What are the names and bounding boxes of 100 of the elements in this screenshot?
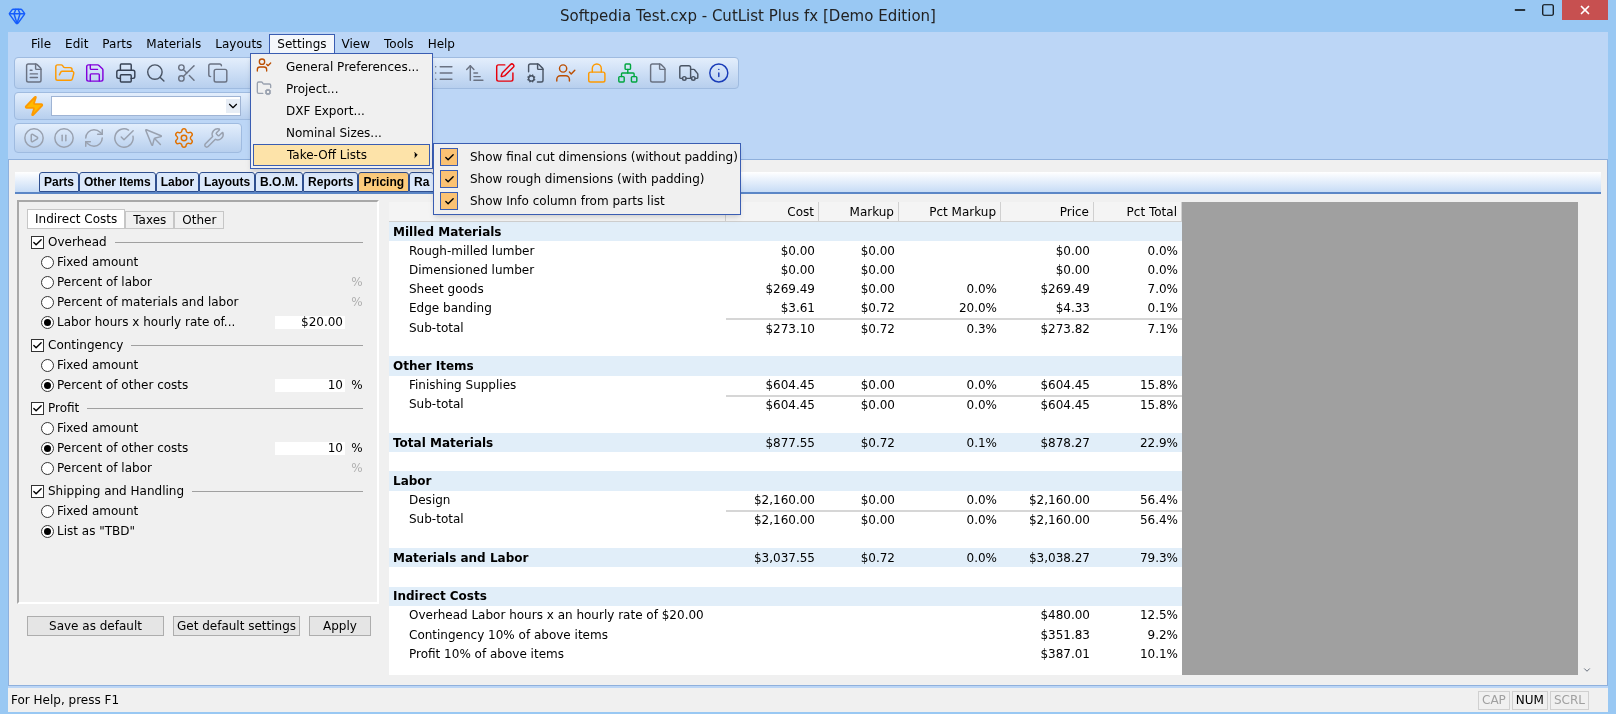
- column-header[interactable]: Markup: [849, 202, 894, 221]
- value-field[interactable]: 10: [275, 441, 345, 455]
- checkbox[interactable]: [31, 484, 44, 498]
- radio-button[interactable]: [41, 441, 54, 455]
- tab[interactable]: Reports: [303, 172, 359, 192]
- tab[interactable]: Indirect Costs: [27, 209, 126, 229]
- tab[interactable]: Taxes: [125, 211, 175, 229]
- menu-item[interactable]: General Preferences...: [253, 56, 430, 78]
- save-icon[interactable]: [84, 62, 106, 84]
- table-cell-text: $0.00: [860, 261, 895, 279]
- menu-item[interactable]: Show rough dimensions (with padding): [470, 170, 705, 188]
- truck-icon[interactable]: [677, 62, 700, 84]
- checkbox[interactable]: [31, 338, 44, 352]
- radio-button[interactable]: [41, 504, 54, 518]
- table-cell-text: $0.72: [860, 434, 895, 452]
- tab[interactable]: Other: [174, 211, 225, 229]
- value-field[interactable]: $20.00: [275, 315, 345, 329]
- menu-item[interactable]: Tools: [377, 34, 421, 54]
- menu-item[interactable]: Nominal Sizes...: [253, 122, 430, 144]
- column-header[interactable]: Price: [1059, 202, 1089, 221]
- check-icon: [443, 195, 455, 207]
- tab[interactable]: Labor: [155, 172, 200, 192]
- radio-button[interactable]: [41, 295, 54, 309]
- option-label: Fixed amount: [57, 503, 139, 520]
- gears-icon[interactable]: [173, 127, 195, 149]
- table-cell-text: $2,160.00: [1028, 492, 1090, 510]
- tab[interactable]: B.O.M.: [255, 172, 304, 192]
- cut-icon[interactable]: [176, 62, 198, 84]
- menu-item[interactable]: View: [334, 34, 378, 54]
- new-document-icon[interactable]: [23, 62, 45, 84]
- sort-icon[interactable]: [463, 62, 486, 84]
- tab[interactable]: Pricing: [358, 172, 410, 192]
- action-button[interactable]: Get default settings: [173, 616, 300, 636]
- table-cell-text: $877.55: [765, 434, 815, 452]
- table-cell-text: 0.0%: [966, 492, 997, 510]
- menu-item[interactable]: Layouts: [208, 34, 270, 54]
- table-cell-text: $0.00: [860, 377, 895, 395]
- table-cell-text: 9.2%: [1147, 626, 1178, 644]
- tab[interactable]: Other Items: [79, 172, 156, 192]
- tab[interactable]: Ra: [409, 172, 435, 192]
- radio-button[interactable]: [41, 461, 54, 475]
- user-check-icon[interactable]: [555, 62, 577, 84]
- action-button[interactable]: Save as default: [27, 616, 164, 636]
- radio-button[interactable]: [41, 378, 54, 392]
- menu-checkbox[interactable]: [440, 148, 458, 166]
- table-cell-text: $0.00: [780, 242, 815, 260]
- action-button[interactable]: Apply: [309, 616, 371, 636]
- section-heading: Milled Materials: [392, 223, 503, 241]
- section-heading: Labor: [392, 473, 433, 491]
- unit-label: %: [351, 377, 363, 394]
- user-check-icon: [256, 57, 272, 73]
- checkbox[interactable]: [31, 235, 44, 249]
- menu-item[interactable]: DXF Export...: [253, 100, 430, 122]
- section-heading: Total Materials: [392, 434, 495, 452]
- value-field[interactable]: 10: [275, 378, 345, 392]
- menu-checkbox[interactable]: [440, 192, 458, 210]
- document-icon[interactable]: [647, 62, 669, 84]
- radio-button[interactable]: [41, 315, 54, 329]
- table-cell-text: 56.4%: [1139, 512, 1178, 530]
- column-header[interactable]: Cost: [787, 202, 814, 221]
- table-cell-text: $0.72: [860, 300, 895, 318]
- table-cell-text: $269.49: [765, 281, 815, 299]
- option-label: Percent of materials and labor: [57, 294, 239, 311]
- row-label: Overhead Labor hours x an hourly rate of $20.00: [408, 607, 705, 625]
- menu-item[interactable]: Settings: [269, 34, 335, 54]
- radio-button[interactable]: [41, 421, 54, 435]
- menu-item[interactable]: File: [24, 34, 59, 54]
- hierarchy-icon[interactable]: [616, 62, 639, 84]
- table-cell-text: $387.01: [1040, 645, 1090, 663]
- menu-item[interactable]: Show final cut dimensions (without padding): [470, 148, 738, 166]
- column-header[interactable]: Pct Markup: [929, 202, 996, 221]
- print-icon[interactable]: [114, 62, 137, 84]
- table-cell-text: 0.0%: [1147, 261, 1178, 279]
- menu-item[interactable]: Take-Off Lists: [253, 144, 430, 166]
- tab[interactable]: Parts: [39, 172, 80, 192]
- radio-button[interactable]: [41, 255, 54, 269]
- table-cell-text: 79.3%: [1139, 549, 1178, 567]
- info-icon[interactable]: [708, 62, 730, 84]
- edit-icon[interactable]: [494, 62, 516, 84]
- menu-item[interactable]: Parts: [95, 34, 140, 54]
- table-cell-text: 15.8%: [1139, 397, 1178, 415]
- scroll-down-icon[interactable]: [1581, 665, 1592, 675]
- column-header[interactable]: Pct Total: [1126, 202, 1177, 221]
- table-cell-text: $3.61: [780, 300, 815, 318]
- close-icon: [1578, 3, 1592, 17]
- menu-item[interactable]: Edit: [58, 34, 96, 54]
- copy-icon[interactable]: [206, 62, 229, 84]
- row-label: Edge banding: [408, 300, 493, 318]
- tab[interactable]: Layouts: [199, 172, 256, 192]
- menu-item[interactable]: Materials: [139, 34, 209, 54]
- menu-checkbox[interactable]: [440, 170, 458, 188]
- radio-button[interactable]: [41, 524, 54, 538]
- menu-item[interactable]: Show Info column from parts list: [470, 192, 665, 210]
- check-circle-icon[interactable]: [113, 127, 135, 149]
- checkbox[interactable]: [31, 401, 44, 415]
- menu-item[interactable]: Project...: [253, 78, 430, 100]
- radio-button[interactable]: [41, 275, 54, 289]
- radio-button[interactable]: [41, 358, 54, 372]
- menu-item[interactable]: Help: [420, 34, 462, 54]
- status-indicator: CAP: [1478, 690, 1510, 710]
